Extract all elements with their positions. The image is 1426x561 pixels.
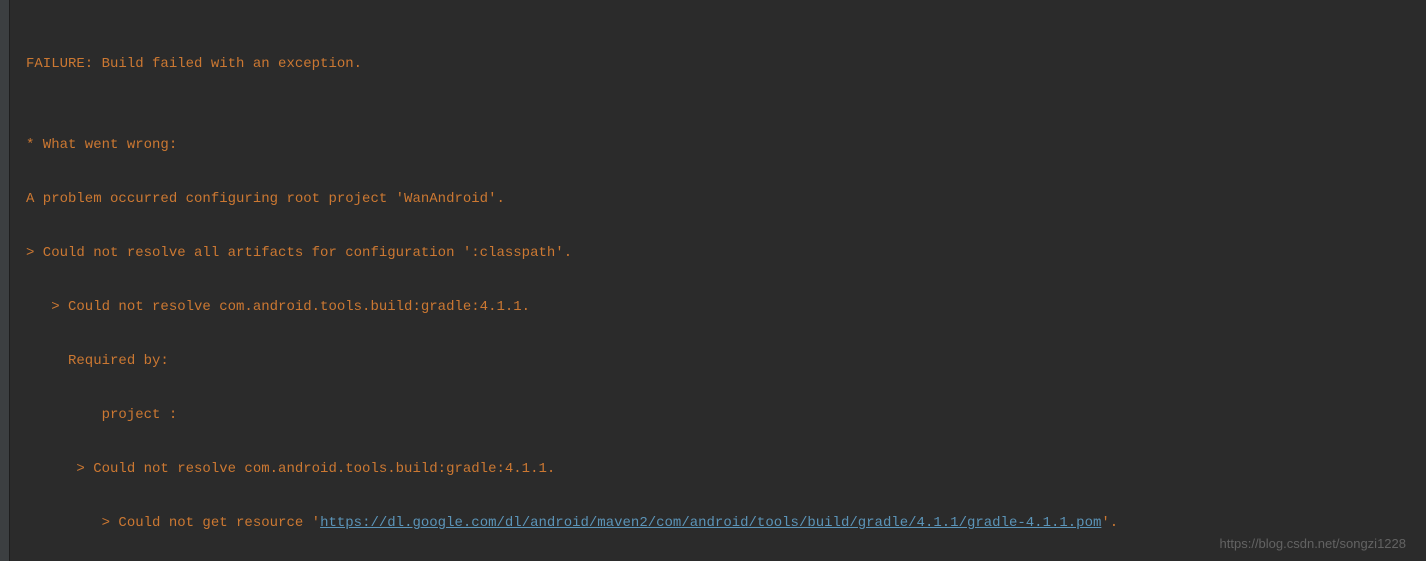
console-line: > Could not resolve all artifacts for co… (26, 240, 1410, 267)
resource-url-link[interactable]: https://dl.google.com/dl/android/maven2/… (320, 515, 1101, 531)
console-line: > Could not get resource 'https://dl.goo… (26, 510, 1410, 537)
console-line: A problem occurred configuring root proj… (26, 186, 1410, 213)
console-line: project : (26, 402, 1410, 429)
console-line: * What went wrong: (26, 132, 1410, 159)
console-line: > Could not resolve com.android.tools.bu… (26, 456, 1410, 483)
console-line: FAILURE: Build failed with an exception. (26, 51, 1410, 78)
watermark-text: https://blog.csdn.net/songzi1228 (1220, 536, 1406, 551)
console-line: Required by: (26, 348, 1410, 375)
text-segment: > Could not get resource ' (26, 515, 320, 531)
console-line: > Could not resolve com.android.tools.bu… (26, 294, 1410, 321)
side-tool-panel[interactable] (0, 0, 10, 561)
text-segment: '. (1101, 515, 1118, 531)
build-output-console[interactable]: FAILURE: Build failed with an exception.… (10, 0, 1426, 561)
